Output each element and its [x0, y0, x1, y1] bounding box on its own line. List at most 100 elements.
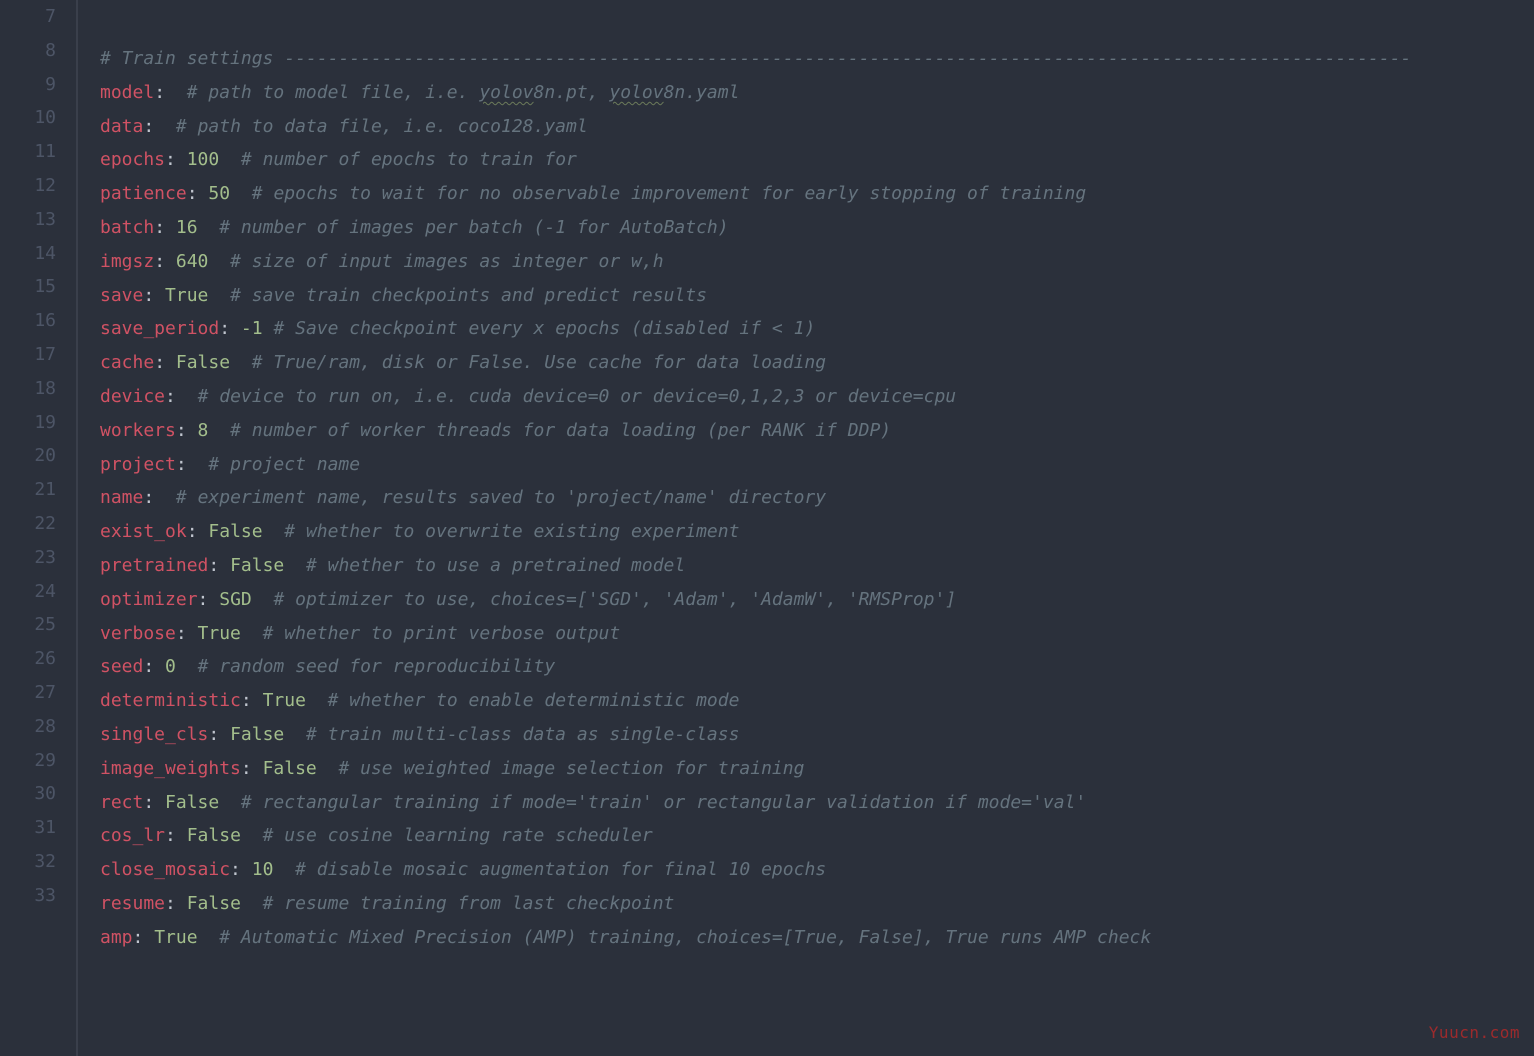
line-number: 18: [0, 372, 56, 406]
line-number: 17: [0, 338, 56, 372]
whitespace: [208, 420, 230, 441]
value-literal: SGD: [219, 589, 252, 610]
watermark: Yuucn.com: [1429, 1023, 1520, 1042]
yaml-key: model: [100, 82, 154, 103]
code-line[interactable]: amp: True # Automatic Mixed Precision (A…: [100, 921, 1534, 955]
punctuation: :: [165, 386, 176, 407]
whitespace: [263, 521, 285, 542]
comment: # number of worker threads for data load…: [230, 420, 891, 441]
yaml-key: verbose: [100, 623, 176, 644]
code-area[interactable]: # Train settings -----------------------…: [78, 0, 1534, 1056]
number-literal: 8: [198, 420, 209, 441]
whitespace: [176, 386, 198, 407]
line-number: 24: [0, 575, 56, 609]
code-line[interactable]: # Train settings -----------------------…: [100, 42, 1534, 76]
whitespace: [208, 251, 230, 272]
code-line[interactable]: project: # project name: [100, 448, 1534, 482]
code-line[interactable]: cos_lr: False # use cosine learning rate…: [100, 819, 1534, 853]
code-line[interactable]: batch: 16 # number of images per batch (…: [100, 211, 1534, 245]
code-line[interactable]: save_period: -1 # Save checkpoint every …: [100, 312, 1534, 346]
line-number: 15: [0, 270, 56, 304]
line-number: 28: [0, 710, 56, 744]
comment: # Save checkpoint every x epochs (disabl…: [273, 318, 815, 339]
punctuation: :: [154, 251, 176, 272]
comment: # save train checkpoints and predict res…: [230, 285, 707, 306]
code-line[interactable]: patience: 50 # epochs to wait for no obs…: [100, 177, 1534, 211]
value-literal: False: [187, 825, 241, 846]
line-number-gutter: 7891011121314151617181920212223242526272…: [0, 0, 78, 1056]
code-line[interactable]: device: # device to run on, i.e. cuda de…: [100, 380, 1534, 414]
comment: # path to data file, i.e. coco128.yaml: [176, 116, 588, 137]
code-line[interactable]: seed: 0 # random seed for reproducibilit…: [100, 650, 1534, 684]
punctuation: :: [154, 82, 165, 103]
punctuation: :: [154, 352, 176, 373]
line-number: 23: [0, 541, 56, 575]
number-literal: -1: [241, 318, 263, 339]
comment: 8n.yaml: [664, 82, 740, 103]
code-line[interactable]: deterministic: True # whether to enable …: [100, 684, 1534, 718]
comment: # resume training from last checkpoint: [263, 893, 675, 914]
punctuation: :: [208, 724, 230, 745]
yaml-key: name: [100, 487, 143, 508]
punctuation: :: [187, 183, 209, 204]
code-line[interactable]: resume: False # resume training from las…: [100, 887, 1534, 921]
code-line[interactable]: verbose: True # whether to print verbose…: [100, 617, 1534, 651]
line-number: 10: [0, 101, 56, 135]
yaml-key: project: [100, 454, 176, 475]
code-line[interactable]: image_weights: False # use weighted imag…: [100, 752, 1534, 786]
yaml-key: amp: [100, 927, 133, 948]
comment: # size of input images as integer or w,h: [230, 251, 663, 272]
punctuation: :: [143, 656, 165, 677]
whitespace: [165, 82, 187, 103]
whitespace: [317, 758, 339, 779]
yaml-key: optimizer: [100, 589, 198, 610]
number-literal: 50: [208, 183, 230, 204]
comment: # use weighted image selection for train…: [338, 758, 804, 779]
whitespace: [219, 792, 241, 813]
code-line[interactable]: model: # path to model file, i.e. yolov8…: [100, 76, 1534, 110]
punctuation: :: [198, 589, 220, 610]
value-literal: False: [187, 893, 241, 914]
punctuation: :: [143, 285, 165, 306]
whitespace: [154, 116, 176, 137]
yaml-key: deterministic: [100, 690, 241, 711]
comment: # rectangular training if mode='train' o…: [241, 792, 1086, 813]
code-line[interactable]: optimizer: SGD # optimizer to use, choic…: [100, 583, 1534, 617]
comment: # whether to print verbose output: [263, 623, 621, 644]
code-line[interactable]: save: True # save train checkpoints and …: [100, 279, 1534, 313]
comment: # project name: [208, 454, 360, 475]
line-number: 19: [0, 406, 56, 440]
code-editor[interactable]: 7891011121314151617181920212223242526272…: [0, 0, 1534, 1056]
code-line[interactable]: pretrained: False # whether to use a pre…: [100, 549, 1534, 583]
comment: # random seed for reproducibility: [198, 656, 556, 677]
code-line[interactable]: data: # path to data file, i.e. coco128.…: [100, 110, 1534, 144]
code-line[interactable]: exist_ok: False # whether to overwrite e…: [100, 515, 1534, 549]
comment: # experiment name, results saved to 'pro…: [176, 487, 826, 508]
code-line[interactable]: close_mosaic: 10 # disable mosaic augmen…: [100, 853, 1534, 887]
code-line[interactable]: imgsz: 640 # size of input images as int…: [100, 245, 1534, 279]
punctuation: :: [143, 487, 154, 508]
code-line[interactable]: epochs: 100 # number of epochs to train …: [100, 143, 1534, 177]
number-literal: 640: [176, 251, 209, 272]
punctuation: :: [154, 217, 176, 238]
line-number: 21: [0, 473, 56, 507]
line-number: 30: [0, 777, 56, 811]
punctuation: :: [230, 859, 252, 880]
comment: # optimizer to use, choices=['SGD', 'Ada…: [273, 589, 956, 610]
spellcheck-warning: yolov: [479, 82, 533, 103]
code-line[interactable]: rect: False # rectangular training if mo…: [100, 786, 1534, 820]
comment: # epochs to wait for no observable impro…: [252, 183, 1086, 204]
code-line[interactable]: workers: 8 # number of worker threads fo…: [100, 414, 1534, 448]
yaml-key: save: [100, 285, 143, 306]
whitespace: [252, 589, 274, 610]
line-number: 11: [0, 135, 56, 169]
punctuation: :: [176, 623, 198, 644]
spellcheck-warning: yolov: [609, 82, 663, 103]
code-line[interactable]: single_cls: False # train multi-class da…: [100, 718, 1534, 752]
comment: # Train settings -----------------------…: [100, 48, 1411, 69]
yaml-key: rect: [100, 792, 143, 813]
comment: # path to model file, i.e.: [187, 82, 480, 103]
code-line[interactable]: cache: False # True/ram, disk or False. …: [100, 346, 1534, 380]
punctuation: :: [143, 116, 154, 137]
code-line[interactable]: name: # experiment name, results saved t…: [100, 481, 1534, 515]
